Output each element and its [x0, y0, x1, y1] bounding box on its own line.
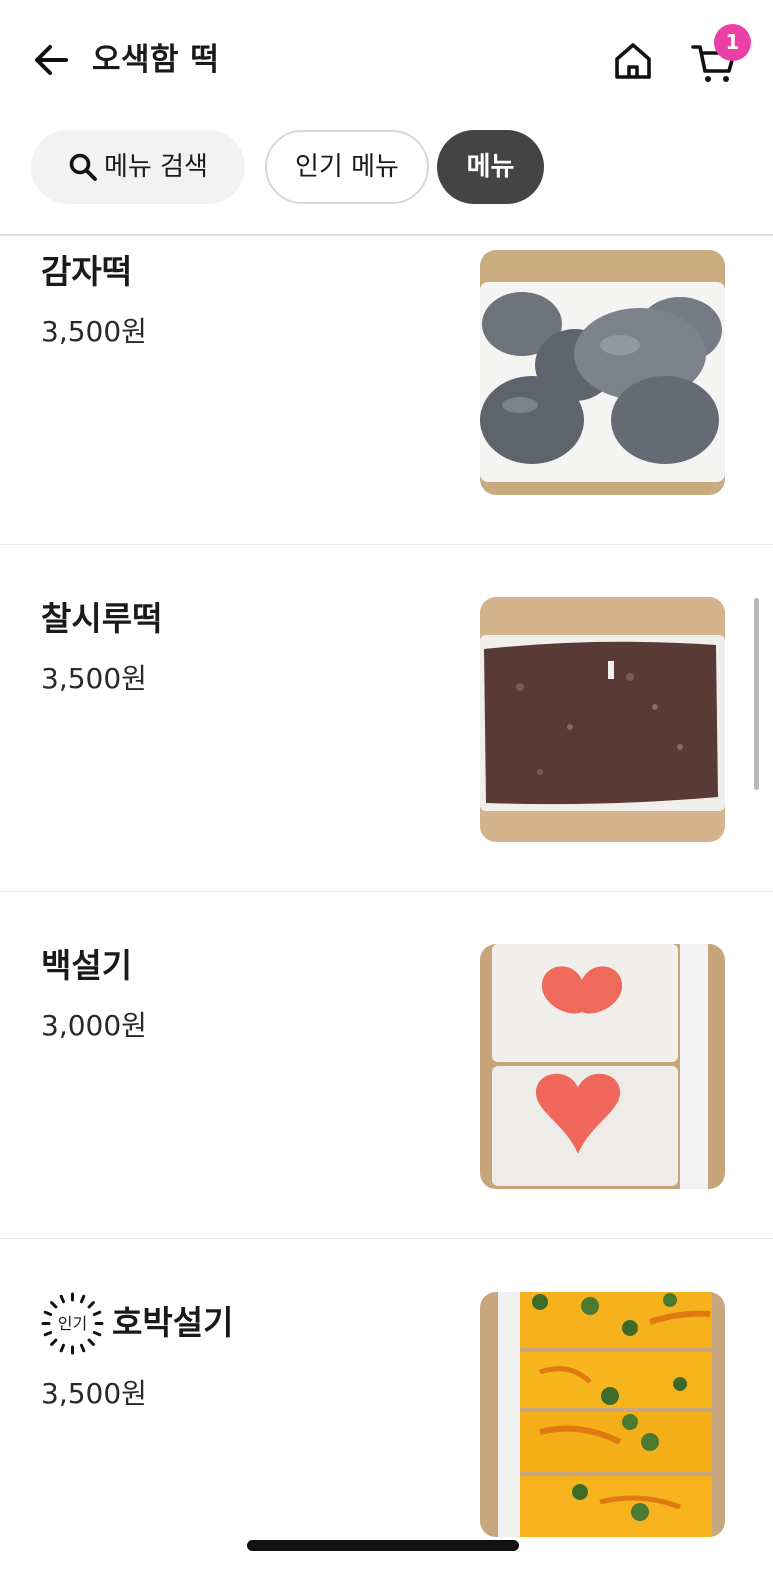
item-name: 감자떡 [41, 252, 133, 291]
item-name: 백설기 [41, 946, 133, 985]
arrow-left-icon [35, 45, 68, 75]
menu-item[interactable]: 찰시루떡 3,500원 [0, 545, 773, 892]
menu-item[interactable]: 백설기 3,000원 [0, 892, 773, 1239]
search-icon [69, 153, 97, 181]
filter-chips: 메뉴 검색 인기 메뉴 메뉴 [0, 130, 773, 210]
search-menu-chip[interactable]: 메뉴 검색 [31, 130, 245, 204]
popular-badge-label: 인기 [57, 1314, 88, 1333]
search-menu-label: 메뉴 검색 [104, 152, 208, 182]
home-icon [615, 43, 651, 79]
item-name: 호박설기 [112, 1303, 234, 1342]
item-photo [480, 250, 725, 495]
item-photo [480, 1292, 725, 1537]
menu-chip[interactable]: 메뉴 [437, 130, 544, 204]
page-title: 오색함 떡 [92, 42, 220, 78]
home-indicator[interactable] [247, 1540, 519, 1551]
item-name: 찰시루떡 [41, 599, 163, 638]
item-price: 3,000원 [41, 1009, 147, 1042]
item-price: 3,500원 [41, 1377, 147, 1410]
cart-count-badge: 1 [714, 24, 751, 61]
scrollbar[interactable] [754, 598, 759, 790]
item-photo [480, 597, 725, 842]
back-button[interactable] [30, 38, 74, 82]
popular-menu-chip[interactable]: 인기 메뉴 [265, 130, 429, 204]
menu-item[interactable]: 감자떡 3,500원 [0, 236, 773, 583]
app-header: 오색함 떡 1 [0, 0, 773, 125]
home-button[interactable] [612, 40, 654, 82]
item-price: 3,500원 [41, 315, 147, 348]
item-price: 3,500원 [41, 662, 147, 695]
menu-item[interactable]: 인기 호박설기 3,500원 [0, 1239, 773, 1586]
item-photo [480, 944, 725, 1189]
